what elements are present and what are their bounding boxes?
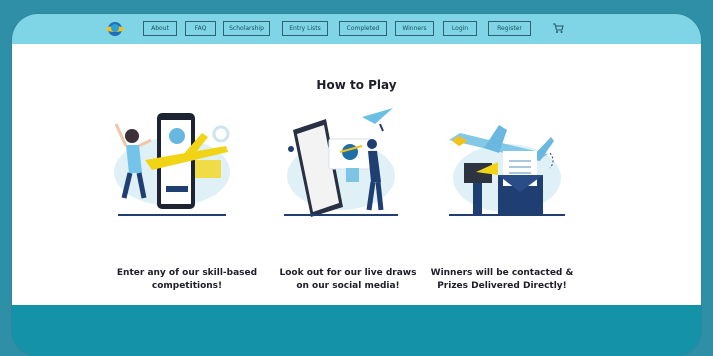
step-3-caption-line-2: Prizes Delivered Directly! — [437, 281, 567, 291]
footer-band — [12, 305, 701, 356]
cart-icon[interactable] — [552, 22, 564, 34]
step-1-caption: Enter any of our skill-based competition… — [107, 267, 267, 293]
nav-faq[interactable]: FAQ — [185, 21, 216, 36]
top-navbar: About FAQ Scholarship Entry Lists Comple… — [12, 14, 701, 44]
step-2-caption-line-2: on our social media! — [296, 281, 400, 291]
nav-completed[interactable]: Completed — [339, 21, 387, 36]
nav-scholarship[interactable]: Scholarship — [223, 21, 270, 36]
step-3-caption-line-1: Winners will be contacted & — [430, 268, 574, 278]
nav-winners[interactable]: Winners — [395, 21, 434, 36]
step-3-caption: Winners will be contacted & Prizes Deliv… — [422, 267, 582, 293]
page-frame: About FAQ Scholarship Entry Lists Comple… — [12, 14, 701, 356]
nav-entry-lists[interactable]: Entry Lists — [282, 21, 328, 36]
enter-competition-illustration — [114, 113, 230, 216]
page-title: How to Play — [316, 78, 397, 92]
live-draw-illustration — [284, 108, 398, 217]
prize-delivery-illustration — [449, 125, 565, 216]
step-1-caption-line-2: competitions! — [151, 281, 223, 291]
step-2-caption: Look out for our live draws on our socia… — [268, 267, 428, 293]
step-1-caption-line-1: Enter any of our skill-based — [116, 268, 258, 278]
nav-register[interactable]: Register — [488, 21, 531, 36]
nav-about[interactable]: About — [143, 21, 177, 36]
logo[interactable] — [106, 20, 124, 38]
nav-login[interactable]: Login — [443, 21, 477, 36]
how-to-play-section: How to Play Enter any of our skill-based… — [12, 44, 701, 305]
step-2-caption-line-1: Look out for our live draws — [279, 268, 417, 278]
